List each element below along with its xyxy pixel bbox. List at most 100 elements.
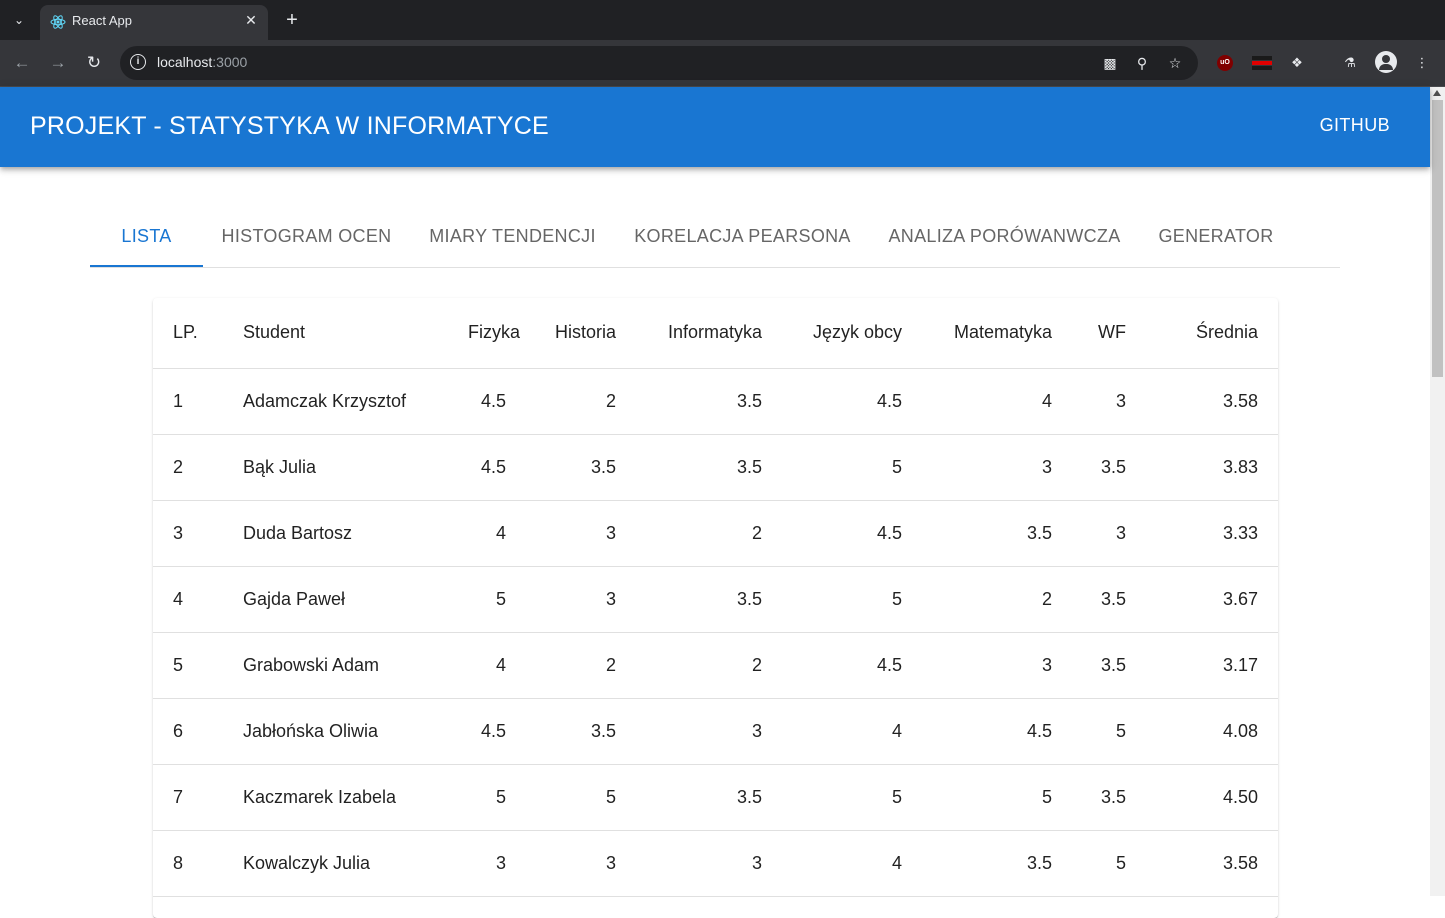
header-student[interactable]: Student — [223, 298, 448, 369]
cell-srednia: 3.33 — [1146, 500, 1278, 567]
extensions-puzzle-icon[interactable]: ❖ — [1287, 53, 1307, 73]
header-srednia[interactable]: Średnia — [1146, 298, 1278, 369]
ublock-extension-icon[interactable]: uO — [1217, 55, 1233, 71]
header-jezyk-obcy[interactable]: Język obcy — [782, 298, 922, 369]
cell-lp: 3 — [153, 500, 223, 567]
cell-jezyk-obcy: 4.5 — [782, 632, 922, 699]
table-row: 8 Kowalczyk Julia 3 3 3 4 3.5 5 3.58 — [153, 830, 1278, 897]
tab-lista[interactable]: LISTA — [90, 205, 203, 267]
reload-icon[interactable]: ↻ — [82, 51, 106, 75]
tab-analiza-porownawcza[interactable]: ANALIZA PORÓWANWCZA — [870, 205, 1139, 267]
cell-informatyka: 3 — [636, 830, 782, 897]
back-arrow-icon[interactable]: ← — [10, 51, 34, 75]
profile-avatar-icon[interactable] — [1375, 51, 1397, 73]
cell-wf: 3.5 — [1072, 632, 1146, 699]
table-row: 6 Jabłońska Oliwia 4.5 3.5 3 4 4.5 5 4.08 — [153, 698, 1278, 765]
cell-student: Bąk Julia — [223, 434, 448, 501]
site-info-icon[interactable]: i — [130, 54, 146, 70]
cell-jezyk-obcy: 5 — [782, 434, 922, 501]
cell-informatyka: 3 — [636, 698, 782, 765]
labs-flask-icon[interactable]: ⚗ — [1340, 53, 1360, 73]
table-row: 3 Duda Bartosz 4 3 2 4.5 3.5 3 3.33 — [153, 500, 1278, 567]
cell-wf: 5 — [1072, 698, 1146, 765]
table-row: 2 Bąk Julia 4.5 3.5 3.5 5 3 3.5 3.83 — [153, 434, 1278, 501]
cell-student: Adamczak Krzysztof — [223, 368, 448, 435]
cell-historia: 3 — [526, 566, 636, 633]
header-fizyka[interactable]: Fizyka — [448, 298, 526, 369]
header-wf[interactable]: WF — [1072, 298, 1146, 369]
browser-tab[interactable]: React App ✕ — [40, 5, 268, 40]
zoom-icon[interactable]: ⚲ — [1132, 53, 1152, 73]
cell-srednia: 3.17 — [1146, 632, 1278, 699]
bookmark-star-icon[interactable]: ☆ — [1165, 53, 1185, 73]
header-informatyka[interactable]: Informatyka — [636, 298, 782, 369]
cell-fizyka: 4.5 — [448, 434, 526, 501]
url-text[interactable]: localhost:3000 — [157, 54, 247, 70]
flag-extension-icon[interactable] — [1252, 56, 1272, 70]
cell-lp: 5 — [153, 632, 223, 699]
scrollbar-thumb[interactable] — [1432, 100, 1443, 377]
cell-fizyka: 4 — [448, 500, 526, 567]
menu-dots-icon[interactable]: ⋮ — [1412, 53, 1432, 73]
cell-srednia: 3.67 — [1146, 566, 1278, 633]
cell-wf: 3.5 — [1072, 566, 1146, 633]
tab-generator[interactable]: GENERATOR — [1139, 205, 1293, 267]
cell-historia: 3 — [526, 830, 636, 897]
cell-fizyka: 4 — [448, 632, 526, 699]
address-bar[interactable]: i localhost:3000 ▩ ⚲ ☆ — [120, 46, 1198, 80]
cell-historia: 2 — [526, 368, 636, 435]
section-tabs: LISTA HISTOGRAM OCEN MIARY TENDENCJI KOR… — [90, 205, 1340, 268]
cell-matematyka: 4.5 — [922, 698, 1072, 765]
cell-jezyk-obcy: 5 — [782, 566, 922, 633]
table-row: 4 Gajda Paweł 5 3 3.5 5 2 3.5 3.67 — [153, 566, 1278, 633]
table-header-row: LP. Student Fizyka Historia Informatyka … — [153, 298, 1278, 369]
cell-matematyka: 4 — [922, 368, 1072, 435]
cell-historia: 3 — [526, 500, 636, 567]
cell-fizyka: 4.5 — [448, 698, 526, 765]
close-tab-icon[interactable]: ✕ — [242, 11, 260, 29]
cell-wf: 3.5 — [1072, 764, 1146, 831]
table-body: 1 Adamczak Krzysztof 4.5 2 3.5 4.5 4 3 3.58 2 Bąk … — [153, 368, 1278, 897]
table-row: 5 Grabowski Adam 4 2 2 4.5 3 3.5 3.17 — [153, 632, 1278, 699]
cell-historia: 3.5 — [526, 698, 636, 765]
tab-search-chevron-icon[interactable]: ⌄ — [8, 9, 30, 31]
cell-wf: 3 — [1072, 500, 1146, 567]
cell-matematyka: 2 — [922, 566, 1072, 633]
forward-arrow-icon[interactable]: → — [46, 51, 70, 75]
grades-table: LP. Student Fizyka Historia Informatyka … — [153, 298, 1278, 897]
cell-matematyka: 5 — [922, 764, 1072, 831]
cell-matematyka: 3.5 — [922, 830, 1072, 897]
app-bar: PROJEKT - STATYSTYKA W INFORMATYCE GITHU… — [0, 87, 1430, 167]
cell-wf: 5 — [1072, 830, 1146, 897]
tab-miary-tendencji[interactable]: MIARY TENDENCJI — [410, 205, 615, 267]
header-lp[interactable]: LP. — [153, 298, 223, 369]
tab-histogram-ocen[interactable]: HISTOGRAM OCEN — [203, 205, 410, 267]
cell-jezyk-obcy: 4.5 — [782, 368, 922, 435]
cell-informatyka: 3.5 — [636, 434, 782, 501]
cell-lp: 7 — [153, 764, 223, 831]
install-app-icon[interactable]: ▩ — [1100, 53, 1120, 73]
header-historia[interactable]: Historia — [526, 298, 636, 369]
cell-historia: 5 — [526, 764, 636, 831]
cell-srednia: 4.08 — [1146, 698, 1278, 765]
table-row: 7 Kaczmarek Izabela 5 5 3.5 5 5 3.5 4.50 — [153, 764, 1278, 831]
header-matematyka[interactable]: Matematyka — [922, 298, 1072, 369]
cell-fizyka: 4.5 — [448, 368, 526, 435]
cell-historia: 2 — [526, 632, 636, 699]
cell-fizyka: 5 — [448, 764, 526, 831]
scroll-up-arrow-icon[interactable] — [1433, 90, 1441, 96]
cell-lp: 4 — [153, 566, 223, 633]
browser-tabstrip: ⌄ React App ✕ + — [0, 0, 1445, 40]
cell-fizyka: 3 — [448, 830, 526, 897]
react-logo-icon — [50, 15, 66, 29]
table-row: 1 Adamczak Krzysztof 4.5 2 3.5 4.5 4 3 3.58 — [153, 368, 1278, 435]
cell-historia: 3.5 — [526, 434, 636, 501]
tab-korelacja-pearsona[interactable]: KORELACJA PEARSONA — [615, 205, 870, 267]
new-tab-icon[interactable]: + — [280, 8, 304, 32]
cell-informatyka: 2 — [636, 500, 782, 567]
cell-srednia: 3.83 — [1146, 434, 1278, 501]
github-button[interactable]: GITHUB — [1320, 115, 1390, 136]
cell-student: Jabłońska Oliwia — [223, 698, 448, 765]
cell-wf: 3 — [1072, 368, 1146, 435]
page-scrollbar[interactable] — [1430, 87, 1445, 896]
